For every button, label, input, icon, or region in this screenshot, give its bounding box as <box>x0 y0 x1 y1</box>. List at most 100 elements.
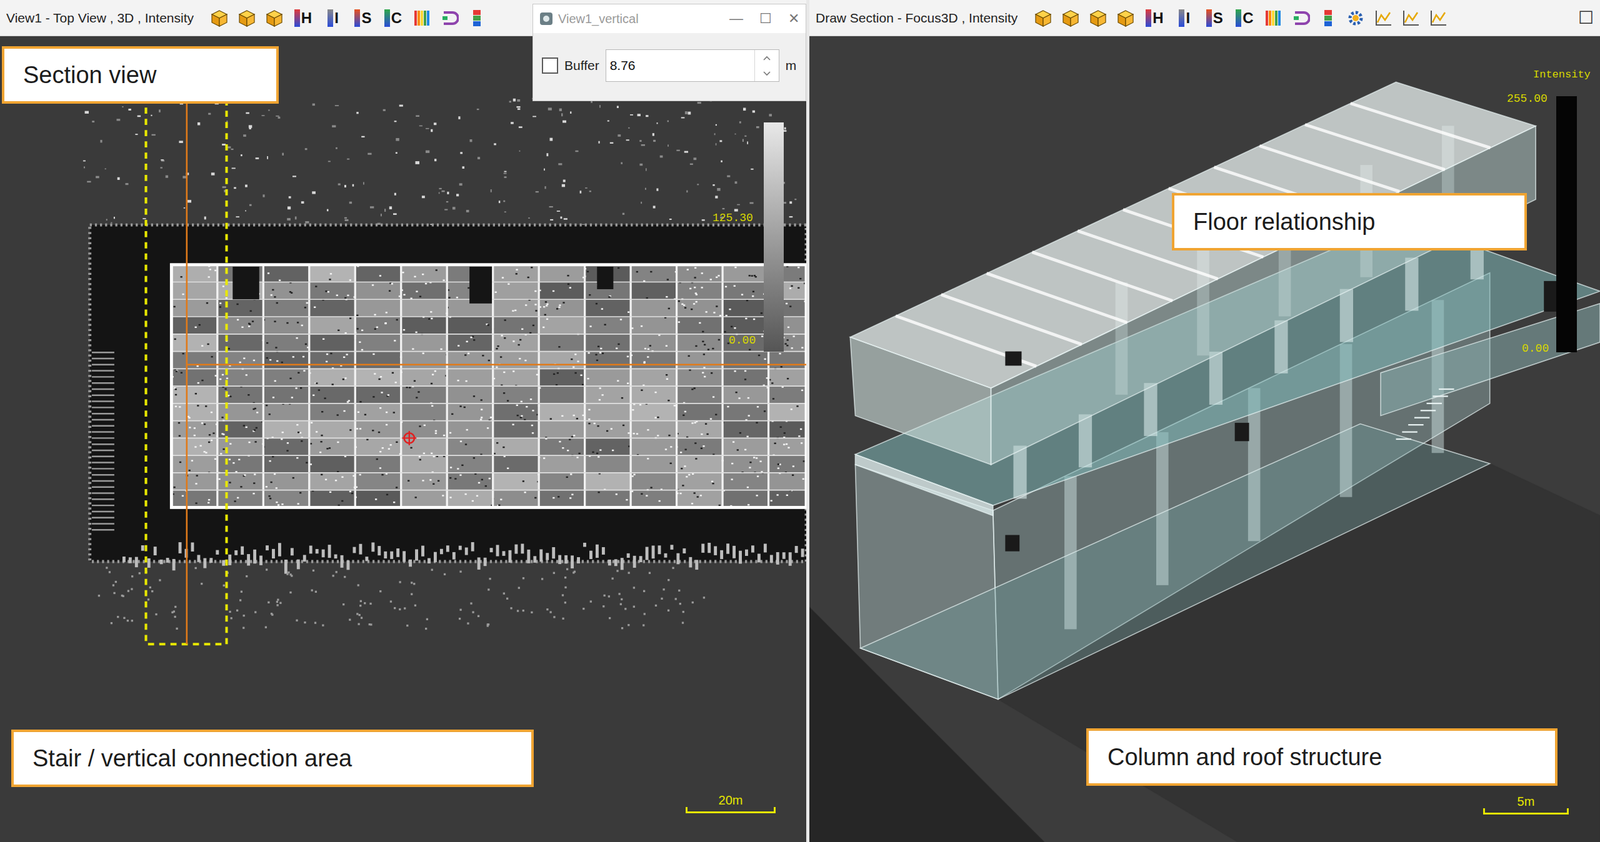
fence-point <box>545 553 549 560</box>
tool-button[interactable]: C <box>1232 7 1257 29</box>
tool-letter-label[interactable]: I <box>334 10 339 26</box>
roof-cell <box>355 386 401 404</box>
tool-button[interactable] <box>208 7 230 29</box>
tool-button[interactable] <box>1115 7 1137 29</box>
point <box>641 144 645 147</box>
point <box>695 458 697 460</box>
tool-button[interactable]: S <box>1202 7 1227 29</box>
point <box>266 342 269 344</box>
tool-button[interactable] <box>263 7 285 29</box>
tool-letter-label[interactable]: S <box>1213 10 1224 26</box>
tool-button[interactable] <box>1060 7 1082 29</box>
point <box>318 389 320 391</box>
fence-point <box>421 546 425 557</box>
tool-button[interactable]: C <box>381 7 405 29</box>
spin-up-button[interactable] <box>755 50 779 66</box>
tool-button[interactable]: S <box>351 7 375 29</box>
tool-button[interactable]: H <box>291 7 315 29</box>
roof-cell <box>538 368 585 387</box>
roof-cell <box>263 334 309 352</box>
tool-letter-label[interactable]: I <box>1185 10 1190 26</box>
point <box>113 216 115 219</box>
window-control[interactable]: — <box>729 10 744 27</box>
roof-cell <box>263 386 309 404</box>
tool-button[interactable]: I <box>1172 7 1197 29</box>
point <box>450 466 452 469</box>
tool-letter-label[interactable]: C <box>391 10 402 26</box>
tool-button[interactable] <box>1087 7 1109 29</box>
tool-button[interactable] <box>1372 7 1394 29</box>
fence-point <box>713 546 717 555</box>
point <box>161 160 165 162</box>
point <box>306 302 309 304</box>
tool-button[interactable] <box>411 7 433 29</box>
window-control[interactable]: ✕ <box>788 10 800 27</box>
tool-button[interactable] <box>1427 7 1449 29</box>
point <box>685 448 687 450</box>
point <box>686 190 688 194</box>
point <box>691 473 694 475</box>
tool-button[interactable]: H <box>1142 7 1167 29</box>
point <box>542 326 545 329</box>
point-cloud-view[interactable]: 125.300.0020mSection viewStair / vertica… <box>0 36 807 842</box>
tool-button[interactable] <box>1400 7 1422 29</box>
point <box>247 394 250 396</box>
tool-letter-label[interactable]: H <box>301 10 312 26</box>
point <box>379 590 382 593</box>
point <box>206 302 209 304</box>
rgb-icon <box>1318 8 1338 28</box>
window-title: Draw Section - Focus3D , Intensity <box>815 10 1018 26</box>
tool-button[interactable] <box>466 7 488 29</box>
loop-icon <box>440 8 459 28</box>
point <box>744 449 747 451</box>
cube-left <box>239 14 247 27</box>
roof-cell <box>630 421 677 439</box>
point <box>703 366 705 369</box>
section-3d-scene <box>809 36 1600 842</box>
tool-letter-label[interactable]: S <box>361 10 372 26</box>
point <box>490 189 492 193</box>
point <box>714 133 716 135</box>
tool-button[interactable] <box>1032 7 1054 29</box>
roof-cell <box>355 403 401 422</box>
roof-cell <box>722 455 769 474</box>
point <box>683 304 685 306</box>
fence-point <box>458 546 462 551</box>
point <box>385 411 388 414</box>
tool-letter-label[interactable]: H <box>1152 10 1164 26</box>
point <box>206 343 209 345</box>
point <box>95 176 100 179</box>
tool-button[interactable] <box>1317 7 1339 29</box>
point <box>393 340 396 342</box>
tool-button[interactable] <box>1345 7 1367 29</box>
scale-line <box>1483 808 1569 815</box>
point <box>761 335 764 337</box>
buffer-input[interactable] <box>606 50 755 82</box>
tool-button[interactable] <box>1290 7 1312 29</box>
point <box>196 365 199 367</box>
point <box>273 320 276 322</box>
spin-down-button[interactable] <box>755 65 779 82</box>
fence-point <box>664 553 668 559</box>
point <box>314 621 317 624</box>
point <box>665 296 668 298</box>
spinner[interactable] <box>754 50 779 82</box>
tool-button[interactable]: I <box>321 7 345 29</box>
roof-cell <box>446 334 493 352</box>
point <box>695 301 698 303</box>
point <box>530 611 533 614</box>
point <box>522 577 525 580</box>
tool-button[interactable] <box>1262 7 1284 29</box>
point <box>423 452 425 454</box>
window-control[interactable]: ☐ <box>1578 7 1594 29</box>
tool-button[interactable] <box>438 7 460 29</box>
point <box>715 195 718 199</box>
buffer-checkbox[interactable] <box>541 57 559 74</box>
point <box>227 395 230 397</box>
point <box>271 456 274 458</box>
tool-button[interactable] <box>236 7 258 29</box>
section-3d-view[interactable]: Intensity255.000.005mFloor relationshipC… <box>809 36 1600 842</box>
tool-letter-label[interactable]: C <box>1242 10 1254 26</box>
window-control[interactable]: ☐ <box>759 10 772 27</box>
stair-step <box>91 364 115 366</box>
